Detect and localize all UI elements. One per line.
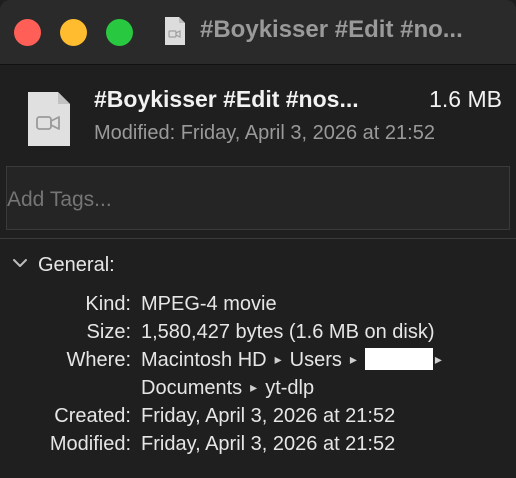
- zoom-button[interactable]: [106, 19, 133, 46]
- size-value: 1,580,427 bytes (1.6 MB on disk): [141, 321, 435, 343]
- path-component: Users: [289, 349, 342, 371]
- close-button[interactable]: [14, 19, 41, 46]
- path-separator-icon: ▸: [349, 351, 357, 367]
- created-value: Friday, April 3, 2026 at 21:52: [141, 405, 396, 427]
- section-title: General:: [38, 253, 115, 276]
- path-component: Macintosh HD: [141, 349, 267, 371]
- where-label: Where:: [66, 349, 131, 371]
- movie-file-icon: [163, 16, 187, 51]
- get-info-window: #Boykisser #Edit #no... #Boykisser #Edit…: [0, 0, 516, 478]
- divider: [0, 238, 516, 239]
- path-separator-icon: ▸: [250, 379, 258, 395]
- kind-label: Kind:: [85, 293, 131, 315]
- window-title: #Boykisser #Edit #no...: [200, 16, 463, 43]
- path-separator-icon: ▸: [274, 351, 282, 367]
- modified-value: Friday, April 3, 2026 at 21:52: [141, 433, 396, 455]
- created-label: Created:: [54, 405, 131, 427]
- where-path-continued: Documents ▸ yt-dlp: [141, 377, 314, 400]
- general-section-toggle[interactable]: General:: [12, 252, 115, 278]
- title-bar[interactable]: #Boykisser #Edit #no...: [0, 0, 516, 65]
- path-separator-icon: ▸: [434, 351, 442, 367]
- movie-file-icon[interactable]: [26, 90, 72, 153]
- add-tags-input[interactable]: [6, 166, 510, 230]
- redacted-block: [364, 347, 433, 370]
- path-component: Documents: [141, 377, 243, 399]
- where-path: Macintosh HD ▸ Users ▸ ▸: [141, 347, 450, 372]
- path-component: yt-dlp: [265, 377, 315, 399]
- file-modified-date: Modified: Friday, April 3, 2026 at 21:52: [94, 122, 435, 144]
- chevron-down-icon[interactable]: [12, 256, 28, 274]
- size-label: Size:: [86, 321, 131, 343]
- file-size: 1.6 MB: [429, 86, 502, 112]
- kind-value: MPEG-4 movie: [141, 293, 277, 315]
- file-name[interactable]: #Boykisser #Edit #nos...: [94, 86, 359, 113]
- minimize-button[interactable]: [60, 19, 87, 46]
- modified-label: Modified:: [49, 433, 131, 455]
